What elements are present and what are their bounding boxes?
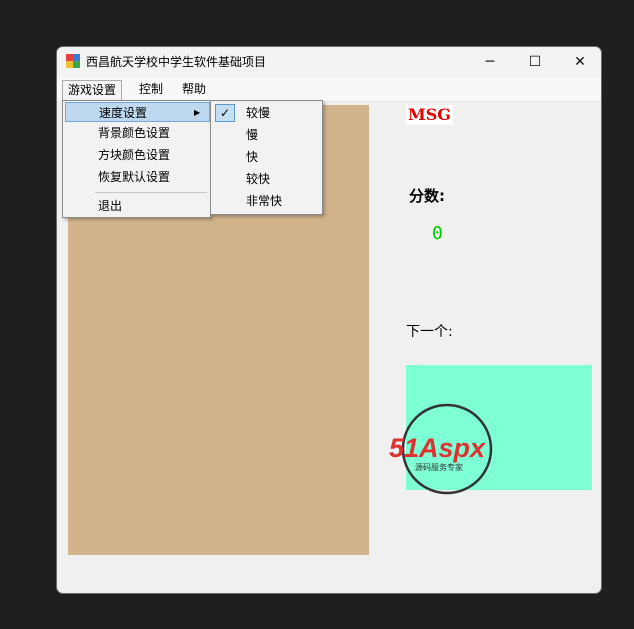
menu-game-settings[interactable]: 游戏设置: [62, 80, 123, 100]
close-icon: ✕: [574, 54, 586, 70]
app-icon: [66, 54, 80, 68]
menu-help[interactable]: 帮助: [177, 80, 211, 99]
maximize-button[interactable]: ☐: [512, 47, 558, 77]
score-value: 0: [432, 223, 443, 244]
title-bar[interactable]: 西昌航天学校中学生软件基础项目 ─ ☐ ✕: [57, 47, 601, 77]
speed-option-fast[interactable]: 快: [246, 147, 322, 167]
close-button[interactable]: ✕: [557, 47, 601, 77]
minimize-button[interactable]: ─: [467, 47, 513, 77]
speed-option-slow[interactable]: 慢: [246, 125, 322, 145]
menu-separator: [95, 192, 207, 193]
maximize-icon: ☐: [528, 54, 542, 70]
menu-item-block-color[interactable]: 方块颜色设置: [98, 145, 208, 165]
speed-option-very-fast[interactable]: 非常快: [246, 191, 322, 211]
menu-control[interactable]: 控制: [134, 80, 168, 99]
menu-item-speed-settings[interactable]: 速度设置 ▶: [65, 102, 210, 122]
window-title: 西昌航天学校中学生软件基础项目: [86, 55, 267, 69]
minimize-icon: ─: [485, 54, 495, 70]
menu-item-restore-defaults[interactable]: 恢复默认设置: [98, 167, 208, 187]
watermark-logo: 51Aspx 源码服务专家: [389, 403, 493, 495]
watermark-tagline: 源码服务专家: [415, 462, 463, 472]
speed-submenu: ✓ 较慢 慢 快 较快 非常快: [210, 100, 323, 215]
speed-option-faster[interactable]: 较快: [246, 169, 322, 189]
speed-option-slower[interactable]: 较慢: [246, 103, 322, 123]
menu-item-background-color[interactable]: 背景颜色设置: [98, 123, 208, 143]
next-piece-label: 下一个:: [406, 324, 453, 340]
message-label: MSG: [406, 105, 453, 125]
watermark-brand: 51Aspx: [389, 433, 486, 463]
menu-item-exit[interactable]: 退出: [98, 196, 208, 216]
submenu-arrow-icon: ▶: [194, 108, 201, 117]
menu-bar: 游戏设置 控制 帮助: [57, 77, 601, 102]
checkmark-icon: ✓: [215, 104, 235, 122]
game-settings-menu: 速度设置 ▶ 背景颜色设置 方块颜色设置 恢复默认设置 退出: [62, 100, 211, 218]
score-label: 分数:: [409, 187, 445, 205]
